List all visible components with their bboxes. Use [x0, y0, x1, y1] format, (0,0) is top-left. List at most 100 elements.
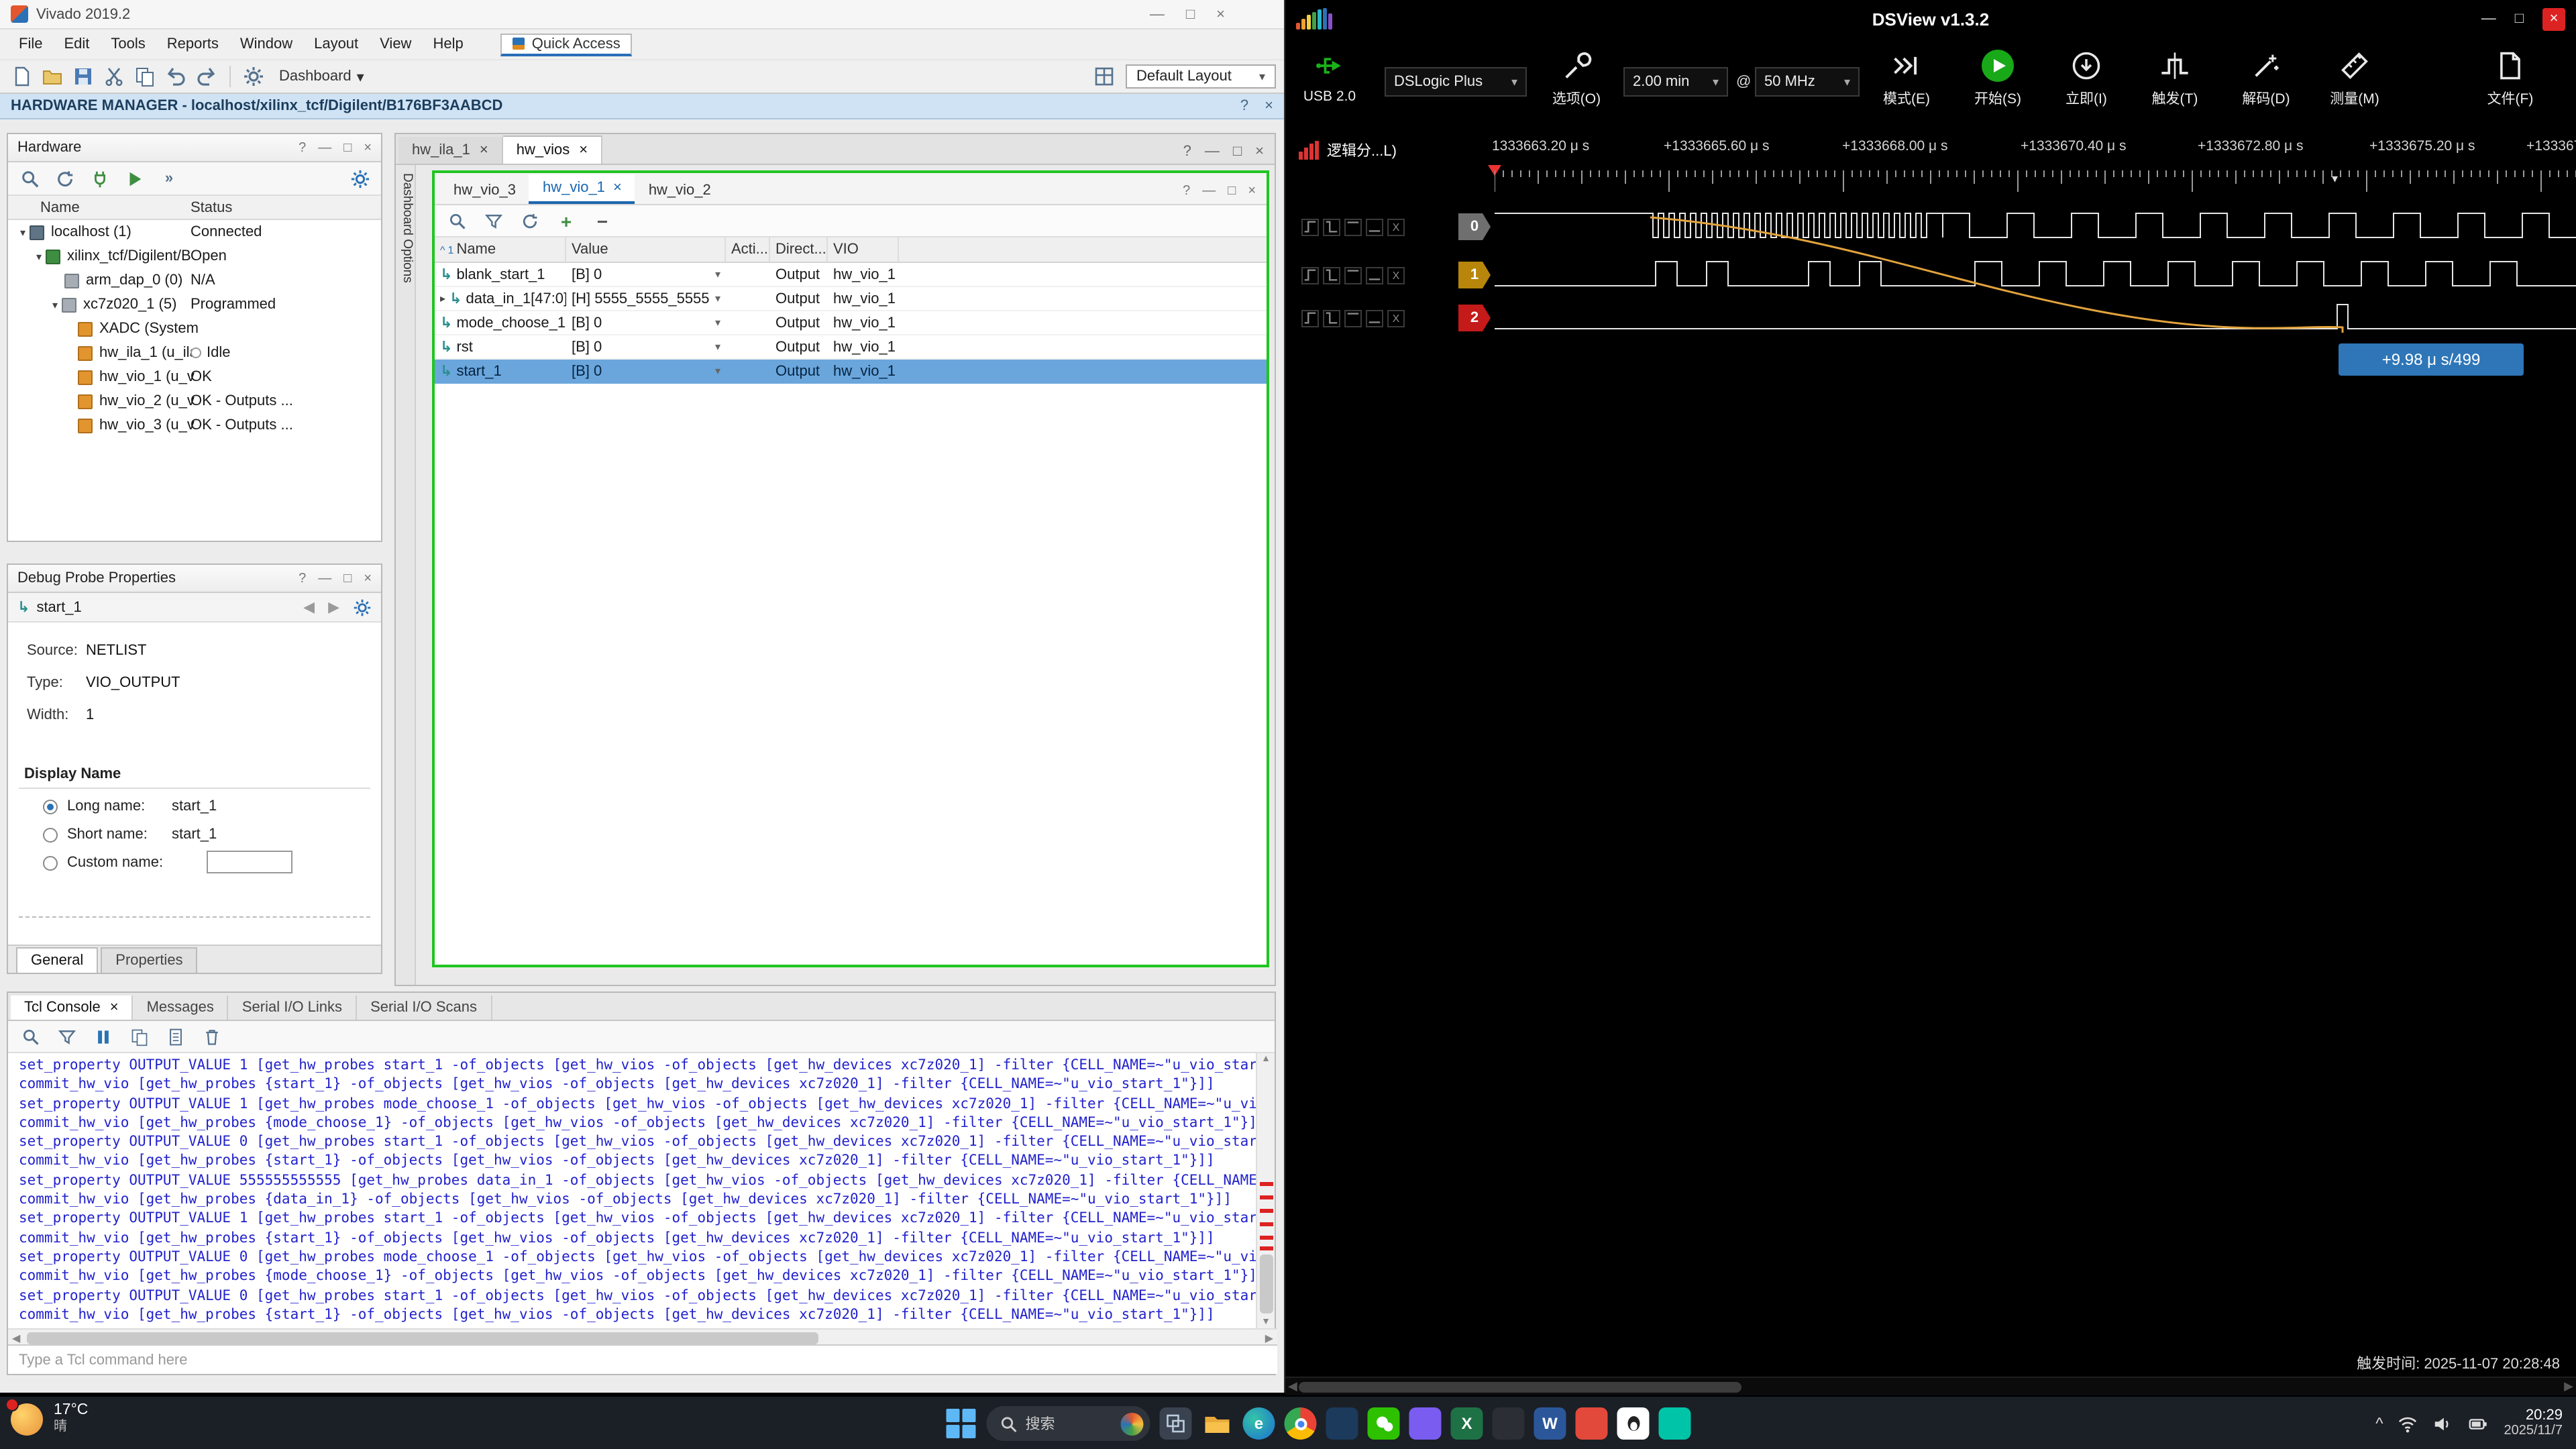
- undo-icon[interactable]: [162, 63, 189, 90]
- scroll-right-icon[interactable]: ▶: [2564, 1379, 2573, 1394]
- menu-tools[interactable]: Tools: [100, 34, 156, 55]
- add-probe-icon[interactable]: +: [553, 207, 580, 234]
- pause-icon[interactable]: [90, 1023, 117, 1050]
- tab-hw-vios[interactable]: hw_vios ×: [503, 136, 602, 164]
- close-icon[interactable]: ×: [1216, 6, 1225, 22]
- dsview-scrollbar[interactable]: ◀ ▶: [1285, 1377, 2576, 1395]
- forward-icon[interactable]: ▶: [328, 598, 339, 616]
- quick-access-button[interactable]: Quick Access: [501, 33, 633, 56]
- taskbar-search[interactable]: 搜索: [986, 1406, 1150, 1441]
- start-button[interactable]: [945, 1407, 977, 1440]
- tab-messages[interactable]: Messages: [133, 996, 229, 1020]
- channel-1-badge[interactable]: 1: [1458, 262, 1491, 288]
- scrollbar-thumb[interactable]: [27, 1332, 818, 1344]
- search-icon[interactable]: [16, 165, 43, 192]
- remove-probe-icon[interactable]: −: [589, 207, 616, 234]
- layout-selector[interactable]: Default Layout ▾: [1126, 64, 1276, 89]
- duration-selector[interactable]: 2.00 min ▾: [1623, 67, 1728, 97]
- help-icon[interactable]: ?: [299, 140, 306, 155]
- samplerate-selector[interactable]: 50 MHz ▾: [1755, 67, 1860, 97]
- tree-row-localhost[interactable]: ▾ localhost (1) Connected: [8, 220, 381, 244]
- channel-0-badge[interactable]: 0: [1458, 213, 1491, 240]
- close-icon[interactable]: ×: [1265, 98, 1273, 114]
- probe-row-start-1-selected[interactable]: ↳start_1 [B] 0▾ Output hw_vio_1: [435, 360, 1267, 384]
- minimize-icon[interactable]: —: [318, 571, 331, 586]
- close-icon[interactable]: ×: [1248, 184, 1256, 199]
- scroll-right-icon[interactable]: ▶: [1265, 1332, 1273, 1344]
- tab-serial-io-links[interactable]: Serial I/O Links: [229, 996, 357, 1020]
- value-dropdown-icon[interactable]: ▾: [715, 268, 720, 280]
- scroll-left-icon[interactable]: ◀: [1288, 1379, 1297, 1394]
- minimize-icon[interactable]: —: [1205, 144, 1220, 160]
- filter-icon[interactable]: [480, 207, 507, 234]
- menu-reports[interactable]: Reports: [156, 34, 229, 55]
- close-icon[interactable]: ×: [579, 142, 588, 158]
- vivado-titlebar[interactable]: Vivado 2019.2 — □ ×: [0, 0, 1284, 30]
- hardware-settings-icon[interactable]: [346, 165, 373, 192]
- scroll-left-icon[interactable]: ◀: [12, 1332, 20, 1344]
- collapse-icon[interactable]: ▾: [48, 299, 62, 311]
- long-name-option[interactable]: Long name: start_1: [43, 798, 145, 814]
- scrollbar-thumb[interactable]: [1299, 1382, 1741, 1393]
- collapse-icon[interactable]: ▾: [32, 250, 46, 262]
- measure-button[interactable]: 测量(M): [2316, 46, 2394, 109]
- word-icon[interactable]: W: [1534, 1407, 1566, 1440]
- battery-icon[interactable]: [2468, 1413, 2489, 1434]
- close-icon[interactable]: ×: [613, 180, 622, 196]
- close-icon[interactable]: ×: [2542, 7, 2565, 30]
- tab-properties[interactable]: Properties: [101, 947, 197, 973]
- scroll-down-icon[interactable]: ▼: [1257, 1318, 1275, 1327]
- file-explorer-icon[interactable]: [1201, 1407, 1233, 1440]
- tab-serial-io-scans[interactable]: Serial I/O Scans: [357, 996, 492, 1020]
- trigger-low-icon[interactable]: [1366, 266, 1383, 284]
- report-icon[interactable]: [162, 1023, 189, 1050]
- hidden-icons-chevron[interactable]: ^: [2375, 1414, 2383, 1433]
- app-icon-5[interactable]: [1658, 1407, 1690, 1440]
- tab-hw-ila-1[interactable]: hw_ila_1 ×: [398, 137, 503, 164]
- tree-row-hw-vio-1[interactable]: hw_vio_1 (u_v OK: [8, 365, 381, 389]
- wechat-icon[interactable]: [1367, 1407, 1399, 1440]
- trigger-low-icon[interactable]: [1366, 309, 1383, 327]
- probe-settings-icon[interactable]: [353, 598, 372, 616]
- logic-analyzer-mode[interactable]: 逻辑分...L): [1299, 140, 1397, 161]
- edge-icon[interactable]: e: [1242, 1407, 1275, 1440]
- debug-probe-panel-header[interactable]: Debug Probe Properties ? — □ ×: [8, 565, 381, 593]
- maximize-icon[interactable]: □: [1228, 184, 1236, 199]
- close-icon[interactable]: ×: [110, 1000, 119, 1016]
- value-dropdown-icon[interactable]: ▾: [715, 317, 720, 329]
- search-icon[interactable]: [17, 1023, 44, 1050]
- tree-row-hw-vio-3[interactable]: hw_vio_3 (u_v OK - Outputs ...: [8, 413, 381, 437]
- tree-row-xadc[interactable]: XADC (System: [8, 317, 381, 341]
- trigger-low-icon[interactable]: [1366, 218, 1383, 235]
- trigger-high-icon[interactable]: [1344, 266, 1362, 284]
- settings-icon[interactable]: [240, 63, 267, 90]
- file-button[interactable]: 文件(F): [2471, 46, 2549, 109]
- menu-window[interactable]: Window: [229, 34, 303, 55]
- expand-icon[interactable]: ▸: [440, 292, 445, 305]
- probe-row-mode-choose-1[interactable]: ↳mode_choose_1 [B] 0▾ Output hw_vio_1: [435, 311, 1267, 335]
- options-button[interactable]: 选项(O): [1538, 46, 1615, 109]
- radio-icon[interactable]: [43, 827, 58, 842]
- tab-tcl-console[interactable]: Tcl Console ×: [11, 996, 133, 1020]
- tree-row-arm-dap[interactable]: arm_dap_0 (0) N/A: [8, 268, 381, 292]
- radio-icon[interactable]: [43, 855, 58, 870]
- minimize-icon[interactable]: —: [1150, 6, 1165, 22]
- value-dropdown-icon[interactable]: ▾: [715, 365, 720, 377]
- column-activity[interactable]: Acti...: [726, 237, 770, 262]
- column-name[interactable]: ^ 1 Name: [435, 237, 566, 262]
- chrome-icon[interactable]: [1284, 1407, 1316, 1440]
- probe-row-blank-start-1[interactable]: ↳blank_start_1 [B] 0▾ Output hw_vio_1: [435, 263, 1267, 287]
- help-icon[interactable]: ?: [1183, 144, 1191, 160]
- trigger-fall-icon[interactable]: [1323, 266, 1340, 284]
- vertical-scrollbar[interactable]: ▲ ▼: [1256, 1053, 1275, 1328]
- close-icon[interactable]: ×: [480, 142, 488, 158]
- scrollbar-thumb[interactable]: [1260, 1254, 1273, 1313]
- tree-row-target[interactable]: ▾ xilinx_tcf/Digilent/B Open: [8, 244, 381, 268]
- value-dropdown-icon[interactable]: ▾: [715, 292, 720, 305]
- taskbar-clock[interactable]: 20:29 2025/11/7: [2504, 1407, 2563, 1440]
- dsview-titlebar[interactable]: DSView v1.3.2 — □ ×: [1285, 0, 2576, 38]
- maximize-icon[interactable]: □: [1233, 144, 1242, 160]
- dashboard-button[interactable]: Dashboard ▾: [271, 65, 372, 88]
- close-icon[interactable]: ×: [364, 140, 372, 155]
- trigger-rise-icon[interactable]: [1301, 218, 1319, 235]
